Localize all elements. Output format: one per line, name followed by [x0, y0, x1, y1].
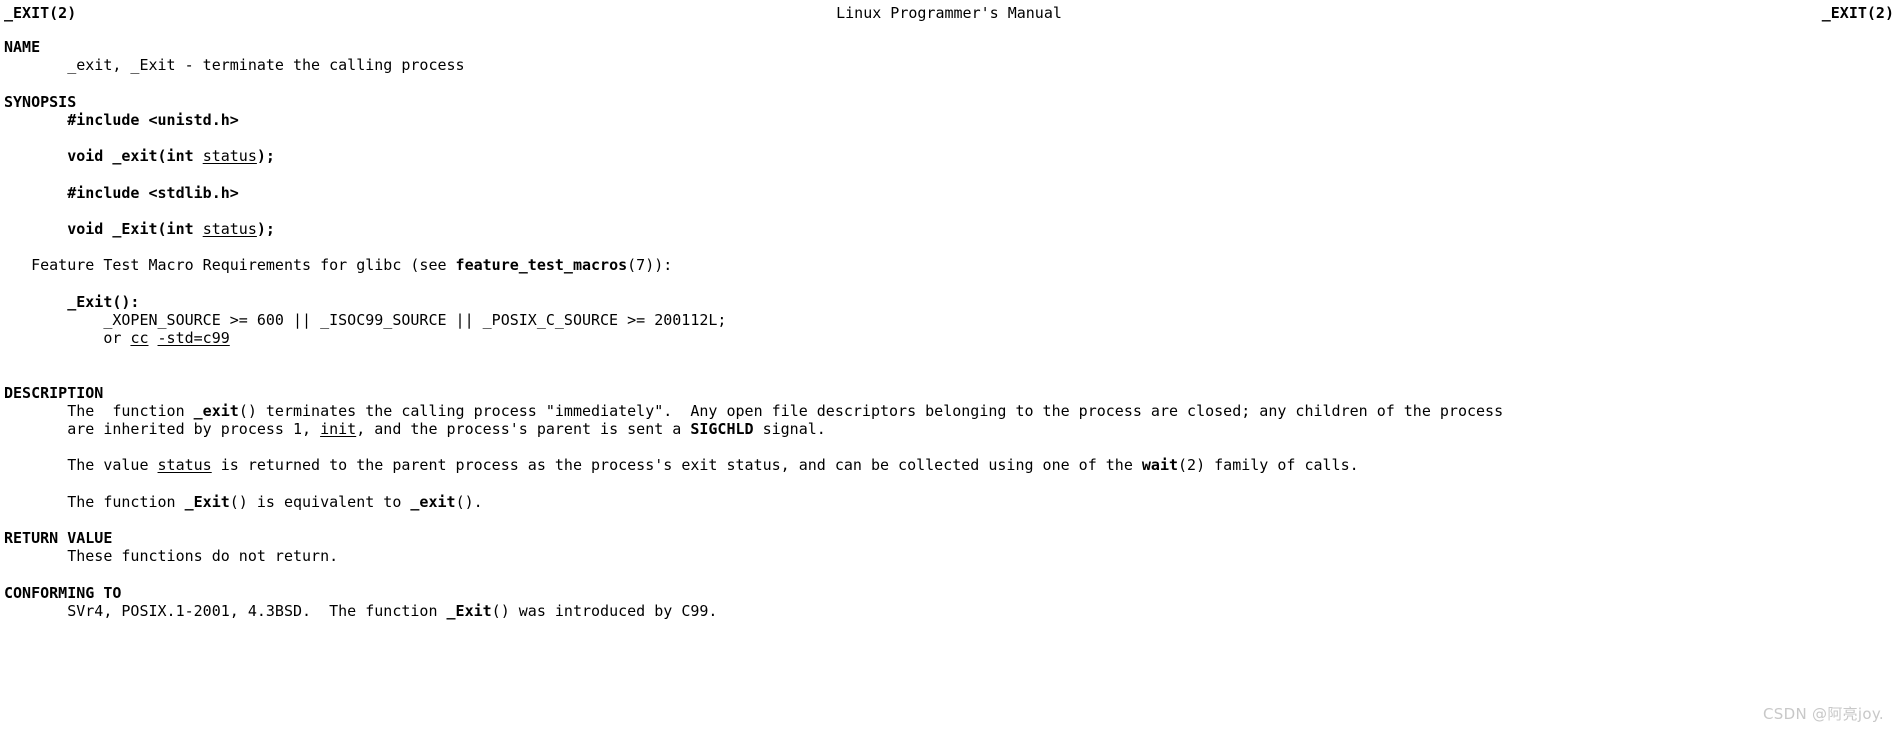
desc-p3-mid: () is equivalent to	[229, 492, 411, 511]
desc-p2-post: (2) family of calls.	[1178, 456, 1359, 475]
prototype-Exit-pre: void _Exit(int	[4, 219, 203, 238]
desc-p3-func-exit: _exit	[410, 492, 456, 511]
ftm-requirement-line: _XOPEN_SOURCE >= 600 || _ISOC99_SOURCE |…	[4, 310, 727, 329]
ftm-or-pre-text: or	[4, 329, 131, 347]
include-unistd-text: #include <unistd.h>	[4, 110, 239, 129]
desc-p1l2-post: signal.	[753, 419, 826, 438]
man-page-body: NAME _exit, _Exit - terminate the callin…	[0, 28, 1898, 620]
desc-p2-pre: The value	[4, 456, 158, 475]
ftm-macro-name: feature_test_macros	[455, 256, 628, 275]
conforming-to-body: SVr4, POSIX.1-2001, 4.3BSD. The function…	[4, 602, 1898, 620]
prototype-Exit-post: );	[256, 219, 275, 238]
prototype-exit-post: );	[256, 147, 275, 166]
conf-func-Exit: _Exit	[446, 601, 492, 620]
section-heading-description: DESCRIPTION	[4, 383, 104, 402]
desc-p1-func-exit: _exit	[193, 401, 239, 420]
section-heading-synopsis: SYNOPSIS	[4, 92, 77, 111]
ftm-post-text: (7)):	[627, 256, 673, 275]
ftm-pre-text: Feature Test Macro Requirements for glib…	[4, 256, 456, 275]
ftm-or-cc: cc	[130, 329, 149, 347]
desc-p2-wait: wait	[1141, 456, 1179, 475]
desc-p3-post: ().	[455, 492, 483, 511]
ftm-alternative-line: or cc -std=c99	[4, 329, 1898, 347]
conf-pre: SVr4, POSIX.1-2001, 4.3BSD. The function	[4, 601, 447, 620]
ftm-label-Exit: _Exit():	[4, 293, 1898, 311]
desc-p1l2-mid: , and the process's parent is sent a	[356, 419, 691, 438]
synopsis-include-unistd: #include <unistd.h>	[4, 111, 1898, 129]
desc-p1l2-init: init	[320, 419, 357, 438]
section-heading-name: NAME	[4, 38, 41, 56]
ftm-or-std-flag: -std=c99	[157, 329, 230, 347]
csdn-watermark: CSDN @阿亮joy.	[1763, 704, 1884, 723]
conf-post: () was introduced by C99.	[491, 601, 718, 620]
ftm-label-text: _Exit():	[4, 292, 140, 311]
desc-p3-func-Exit: _Exit	[184, 492, 230, 511]
man-page: _EXIT(2) Linux Programmer's Manual _EXIT…	[0, 0, 1898, 729]
prototype-exit-param: status	[202, 147, 257, 166]
name-description-line: _exit, _Exit - terminate the calling pro…	[4, 56, 465, 75]
include-stdlib-text: #include <stdlib.h>	[4, 183, 239, 202]
description-paragraph2: The value status is returned to the pare…	[4, 456, 1898, 474]
prototype-Exit-param: status	[202, 219, 257, 238]
desc-p1-pre: The function	[4, 401, 194, 420]
synopsis-include-stdlib: #include <stdlib.h>	[4, 184, 1898, 202]
section-heading-conforming-to: CONFORMING TO	[4, 583, 122, 602]
man-page-header: _EXIT(2) Linux Programmer's Manual _EXIT…	[0, 0, 1898, 28]
desc-p1l2-sigchld: SIGCHLD	[690, 419, 754, 438]
description-paragraph3: The function _Exit() is equivalent to _e…	[4, 493, 1898, 511]
desc-p2-status: status	[157, 456, 212, 475]
feature-test-macro-heading-line: Feature Test Macro Requirements for glib…	[4, 256, 1898, 274]
ftm-or-space	[149, 329, 158, 347]
section-heading-return-value: RETURN VALUE	[4, 529, 113, 548]
desc-p2-mid: is returned to the parent process as the…	[211, 456, 1142, 475]
desc-p1l2-pre: are inherited by process 1,	[4, 419, 321, 438]
synopsis-prototype-Exit: void _Exit(int status);	[4, 220, 1898, 238]
desc-p3-pre: The function	[4, 492, 185, 511]
prototype-exit-pre: void _exit(int	[4, 147, 203, 166]
header-center-title: Linux Programmer's Manual	[836, 4, 1062, 22]
header-left-title: _EXIT(2)	[4, 4, 77, 22]
synopsis-prototype-exit: void _exit(int status);	[4, 147, 1898, 165]
return-value-body: These functions do not return.	[4, 547, 339, 566]
header-right-title: _EXIT(2)	[1821, 4, 1894, 22]
description-paragraph1-line1: The function _exit() terminates the call…	[4, 402, 1898, 420]
desc-p1-post: () terminates the calling process "immed…	[238, 401, 1504, 420]
description-paragraph1-line2: are inherited by process 1, init, and th…	[4, 420, 1898, 438]
